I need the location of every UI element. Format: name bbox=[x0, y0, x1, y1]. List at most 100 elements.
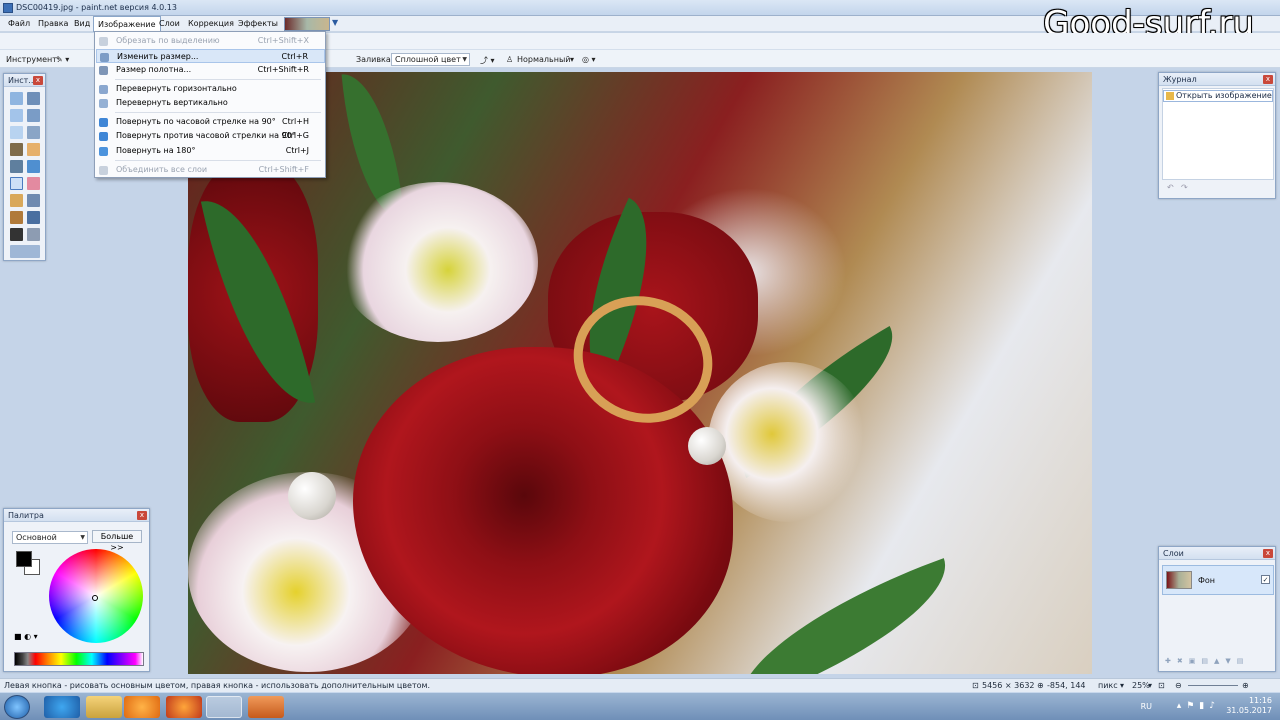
start-button-icon[interactable] bbox=[4, 695, 30, 719]
paint-bucket-icon[interactable] bbox=[10, 160, 23, 173]
close-icon[interactable]: x bbox=[1263, 75, 1273, 84]
paintnet-taskbar-icon[interactable] bbox=[206, 696, 242, 718]
layer-actions-toolbar[interactable]: ✚✖▣▤▲▼▤ bbox=[1165, 657, 1271, 667]
tools-panel: Инст... x bbox=[3, 73, 46, 261]
menu-item-shortcut: Ctrl+G bbox=[281, 131, 309, 140]
history-item-label: Открыть изображение bbox=[1176, 91, 1272, 100]
antialias-icon[interactable]: ⤴ ▾ bbox=[480, 55, 495, 66]
explorer-icon[interactable] bbox=[86, 696, 122, 718]
pencil-tool-icon[interactable]: ✎ ▾ bbox=[56, 55, 69, 64]
zoom-out-icon[interactable]: ⊖ bbox=[1175, 679, 1182, 692]
menu-edit[interactable]: Правка bbox=[34, 16, 72, 32]
menu-item-rotate-cw[interactable]: Повернуть по часовой стрелке на 90° Ctrl… bbox=[96, 115, 325, 129]
input-language[interactable]: RU bbox=[1141, 702, 1152, 711]
flip-vertical-icon bbox=[99, 99, 108, 108]
zoom-chevron-icon[interactable]: ▾ bbox=[1148, 679, 1152, 692]
menu-item-rotate-180[interactable]: Повернуть на 180° Ctrl+J bbox=[96, 144, 325, 158]
line-curve-icon[interactable] bbox=[27, 228, 40, 241]
zoom-in-icon[interactable]: ⊕ bbox=[1242, 679, 1249, 692]
palette-mode-select[interactable]: Основной ▼ bbox=[12, 531, 88, 544]
zoom-icon[interactable] bbox=[27, 126, 40, 139]
menu-effects[interactable]: Эффекты bbox=[234, 16, 282, 32]
canvas-size-icon bbox=[99, 66, 108, 75]
selection-mode-icon[interactable]: ◎ ▾ bbox=[582, 55, 596, 64]
clock-time: 11:16 bbox=[1248, 696, 1272, 705]
menu-item-crop-to-selection[interactable]: Обрезать по выделению Ctrl+Shift+X bbox=[96, 34, 325, 48]
magic-wand-icon[interactable] bbox=[10, 143, 23, 156]
zoom-fit-icon[interactable]: ⊡ bbox=[1158, 679, 1165, 692]
menu-adjustments[interactable]: Коррекция bbox=[184, 16, 238, 32]
pencil-icon[interactable] bbox=[10, 194, 23, 207]
paintnet-icon bbox=[3, 3, 13, 13]
menu-item-rotate-ccw[interactable]: Повернуть против часовой стрелки на 90° … bbox=[96, 129, 325, 143]
menu-item-shortcut: Ctrl+Shift+R bbox=[257, 65, 309, 74]
photo-pearl bbox=[688, 427, 726, 465]
palette-panel: Палитра x Основной ▼ Больше >> ■ ◐ ▾ bbox=[3, 508, 150, 672]
menu-item-flip-vertical[interactable]: Перевернуть вертикально bbox=[96, 96, 325, 110]
palette-strip[interactable] bbox=[14, 652, 144, 666]
layer-row[interactable]: Фон ✓ bbox=[1162, 565, 1274, 595]
move-selection-icon[interactable] bbox=[27, 92, 40, 105]
paintbrush-icon[interactable] bbox=[10, 177, 23, 190]
menu-view[interactable]: Вид bbox=[70, 16, 94, 32]
flatten-icon bbox=[99, 166, 108, 175]
layer-visibility-checkbox[interactable]: ✓ bbox=[1261, 575, 1270, 584]
tray-icons[interactable]: ▴⚑▮♪ bbox=[1177, 701, 1220, 711]
reset-colors-icon[interactable]: ■ ◐ ▾ bbox=[14, 632, 38, 641]
firefox-icon[interactable] bbox=[166, 696, 202, 718]
photo-leaf bbox=[718, 558, 968, 674]
blend-chevron-icon[interactable]: ▾ bbox=[570, 55, 574, 64]
fill-label: Заливка: bbox=[356, 55, 394, 64]
clock[interactable]: 11:16 31.05.2017 bbox=[1226, 696, 1272, 716]
menu-item-canvas-size[interactable]: Размер полотна... Ctrl+Shift+R bbox=[96, 63, 325, 77]
units-chevron-icon[interactable]: ▾ bbox=[1120, 679, 1124, 692]
app-taskbar-icon[interactable] bbox=[248, 696, 284, 718]
zoom-slider[interactable] bbox=[1188, 685, 1238, 686]
clone-stamp-icon[interactable] bbox=[10, 211, 23, 224]
redo-icon[interactable]: ↷ bbox=[1181, 183, 1188, 192]
image-tab-thumbnail[interactable] bbox=[284, 17, 330, 31]
tab-dropdown-icon[interactable]: ▼ bbox=[332, 18, 338, 27]
menu-item-shortcut: Ctrl+Shift+X bbox=[257, 36, 309, 45]
menu-item-label: Изменить размер... bbox=[117, 52, 199, 61]
pan-hand-icon[interactable] bbox=[27, 143, 40, 156]
media-player-icon[interactable] bbox=[124, 696, 160, 718]
gradient-icon[interactable] bbox=[27, 160, 40, 173]
blend-mode-select[interactable]: Нормальный bbox=[517, 55, 571, 64]
palette-mode-value: Основной bbox=[16, 533, 57, 542]
menu-file[interactable]: Файл bbox=[4, 16, 34, 32]
ie-icon[interactable] bbox=[44, 696, 80, 718]
shapes-icon[interactable] bbox=[10, 245, 40, 258]
text-icon[interactable] bbox=[10, 228, 23, 241]
menu-item-flip-horizontal[interactable]: Перевернуть горизонтально bbox=[96, 82, 325, 96]
menu-separator bbox=[115, 79, 321, 80]
units-select[interactable]: пикс bbox=[1098, 679, 1118, 692]
cursor-icon: ⊕ bbox=[1037, 681, 1044, 690]
menu-image[interactable]: Изображение bbox=[93, 16, 161, 32]
color-picker-icon[interactable] bbox=[27, 194, 40, 207]
primary-color-swatch[interactable] bbox=[16, 551, 32, 567]
fill-select[interactable]: Сплошной цвет ▼ bbox=[391, 53, 470, 66]
menu-item-label: Перевернуть горизонтально bbox=[116, 84, 237, 93]
close-icon[interactable]: x bbox=[33, 76, 43, 85]
lasso-icon[interactable] bbox=[10, 109, 23, 122]
color-wheel-cursor bbox=[92, 595, 98, 601]
close-icon[interactable]: x bbox=[1263, 549, 1273, 558]
ellipse-select-icon[interactable] bbox=[10, 126, 23, 139]
history-item[interactable]: Открыть изображение bbox=[1163, 90, 1273, 102]
image-size-icon: ⊡ bbox=[972, 681, 979, 690]
clock-date: 31.05.2017 bbox=[1226, 706, 1272, 715]
menu-item-resize[interactable]: Изменить размер... Ctrl+R bbox=[96, 49, 325, 63]
move-selection-2-icon[interactable] bbox=[27, 109, 40, 122]
close-icon[interactable]: x bbox=[137, 511, 147, 520]
eraser-icon[interactable] bbox=[27, 177, 40, 190]
recolor-icon[interactable] bbox=[27, 211, 40, 224]
history-panel-title: Журнал x bbox=[1159, 73, 1275, 86]
rectangle-select-icon[interactable] bbox=[10, 92, 23, 105]
menu-layers[interactable]: Слои bbox=[155, 16, 184, 32]
menu-item-flatten[interactable]: Объединить все слои Ctrl+Shift+F bbox=[96, 163, 325, 177]
undo-icon[interactable]: ↶ bbox=[1167, 183, 1174, 192]
layers-panel-title-text: Слои bbox=[1163, 549, 1184, 558]
more-button[interactable]: Больше >> bbox=[92, 530, 142, 552]
menu-item-label: Повернуть на 180° bbox=[116, 146, 196, 155]
